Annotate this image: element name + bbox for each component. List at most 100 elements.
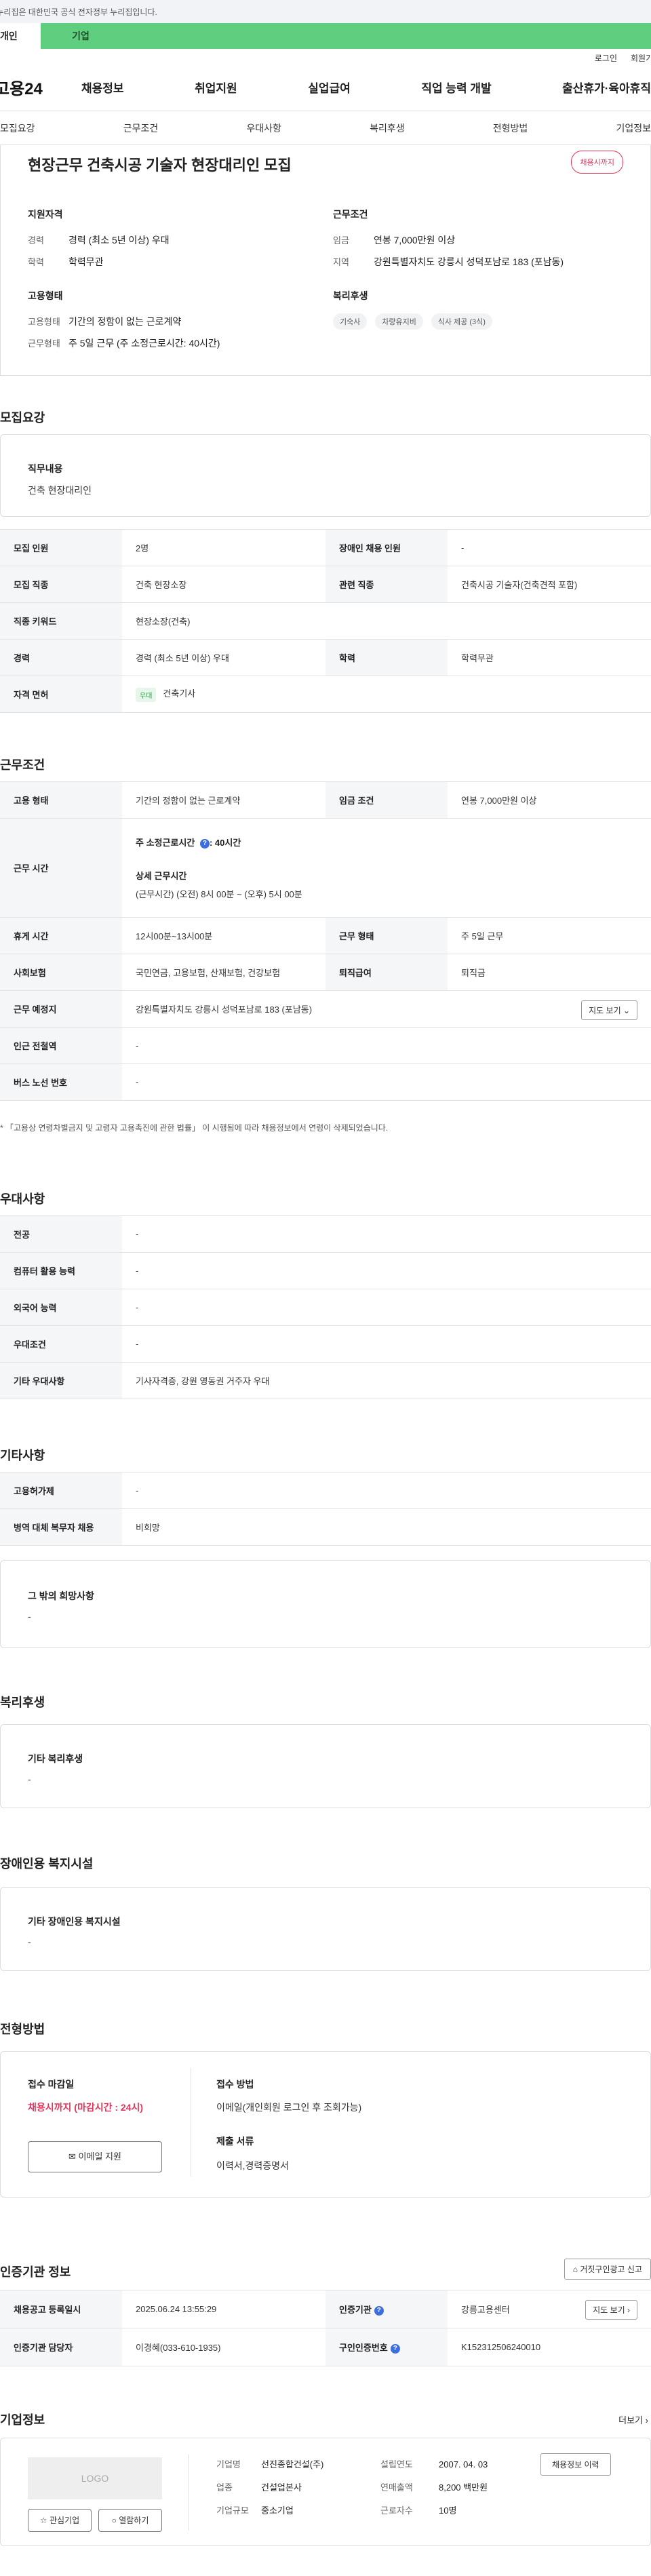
favorite-company-button[interactable]: ☆ 관심기업 — [28, 2509, 92, 2532]
table-row: 병역 대체 복무자 채용 비희망 — [0, 1508, 651, 1546]
table-row: 직종 키워드 현장소장(건축) — [0, 602, 651, 640]
gnb-item-unemployment-benefit[interactable]: 실업급여 — [308, 79, 351, 96]
info-icon[interactable]: ? — [390, 2343, 400, 2354]
welfare-card: 기타 복리후생 - — [0, 1724, 651, 1808]
table-row: 고용 형태 기간의 정함이 없는 근로계약 임금 조건 연봉 7,000만원 이… — [0, 781, 651, 819]
gnb-item-parental-leave[interactable]: 출산휴가·육아휴직 — [562, 79, 651, 96]
view-company-button[interactable]: ○ 열람하기 — [98, 2509, 162, 2532]
duty-card: 직무내용 건축 현장대리인 — [0, 434, 651, 517]
section-tabs: 모집요강 근무조건 우대사항 복리후생 전형방법 기업정보 — [0, 111, 651, 145]
circle-icon: ○ — [111, 2516, 117, 2525]
table-row: 근무 예정지 강원특별자치도 강릉시 성덕포남로 183 (포남동) 지도 보기… — [0, 990, 651, 1028]
utility-links: 로그인 회원가입 — [0, 49, 651, 64]
conditions-table: 고용 형태 기간의 정함이 없는 근로계약 임금 조건 연봉 7,000만원 이… — [0, 781, 651, 1101]
recruit-title: 모집요강 — [0, 411, 45, 425]
company-more-link[interactable]: 더보기 › — [618, 2413, 648, 2426]
preferences-table: 전공 - 컴퓨터 활용 능력 - 외국어 능력 - 우대조건 - 기타 우대사항 기사자격… — [0, 1215, 651, 1399]
recruit-table: 모집 인원 2명 장애인 채용 인원 - 모집 직종 건축 현장소장 관련 직종… — [0, 529, 651, 713]
welfare-tag: 기숙사 — [333, 313, 368, 330]
company-sales-row: 연매출액 8,200 백만원 — [380, 2482, 488, 2493]
etc-title: 기타사항 — [0, 1449, 45, 1462]
deadline-value: 채용시까지 (마감시간 : 24시) — [28, 2102, 144, 2113]
gnb-menu: 채용정보 취업지원 실업급여 직업 능력 개발 출산휴가·육아휴직 — [76, 79, 651, 96]
table-row: 버스 노선 번호 - — [0, 1063, 651, 1101]
docs-value: 이력서,경력증명서 — [216, 2160, 289, 2171]
tab-personal[interactable]: 개인 — [0, 23, 41, 49]
tab-preferences[interactable]: 우대사항 — [246, 121, 281, 135]
table-row: 경력 경력 (최소 5년 이상) 우대 학력 학력무관 — [0, 639, 651, 676]
method-label: 접수 방법 — [216, 2079, 254, 2090]
table-row: 전공 - — [0, 1215, 651, 1253]
company-card: LOGO ☆ 관심기업 ○ 열람하기 기업명 선진종합건설(주) 업종 건설업본사 … — [0, 2438, 651, 2546]
main-nav: 고용24 채용정보 취업지원 실업급여 직업 능력 개발 출산휴가·육아휴직 — [0, 64, 651, 111]
table-row: 휴게 시간 12시00분~13시00분 근무 형태 주 5일 근무 — [0, 917, 651, 954]
info-icon[interactable]: ? — [374, 2305, 384, 2316]
table-row: 모집 직종 건축 현장소장 관련 직종 건축시공 기술자(건축견적 포함) — [0, 566, 651, 603]
education-row: 학력 학력무관 — [28, 256, 104, 267]
table-row: 우대조건 - — [0, 1325, 651, 1363]
company-scale-row: 기업규모 중소기업 — [216, 2505, 294, 2516]
site-logo[interactable]: 고용24 — [0, 75, 76, 99]
duty-text: 건축 현장대리인 — [28, 485, 92, 496]
welfare-label: 기타 복리후생 — [28, 1753, 83, 1764]
info-icon[interactable]: ? — [199, 838, 210, 848]
method-value: 이메일(개인회원 로그인 후 조회가능) — [216, 2102, 362, 2113]
welfare-tag: 차량유지비 — [375, 313, 423, 330]
wage-row: 임금 연봉 7,000만원 이상 — [333, 235, 456, 246]
house-icon: ⌂ — [572, 2265, 578, 2274]
company-employees-row: 근로자수 10명 — [380, 2505, 457, 2516]
welfare-tags: 기숙사 차량유지비 식사 제공 (3식) — [333, 313, 498, 330]
docs-label: 제출 서류 — [216, 2136, 254, 2147]
tab-conditions[interactable]: 근무조건 — [123, 121, 159, 135]
tab-company[interactable]: 기업정보 — [616, 121, 651, 135]
table-row: 채용공고 등록일시 2025.06.24 13:55:29 인증기관? 강릉고용… — [0, 2290, 651, 2328]
employment-type-row: 고용형태 기간의 정함이 없는 근로계약 — [28, 316, 182, 327]
login-link[interactable]: 로그인 — [595, 52, 617, 64]
disabled-facility-text: - — [28, 1936, 31, 1947]
star-icon: ☆ — [39, 2516, 47, 2525]
table-row: 인근 전철역 - — [0, 1027, 651, 1064]
other-wishes-text: - — [28, 1611, 31, 1622]
other-wishes-card: 그 밖의 희망사항 - — [0, 1560, 651, 1648]
table-row: 컴퓨터 활용 능력 - — [0, 1252, 651, 1289]
duty-label: 직무내용 — [28, 463, 63, 474]
deadline-badge: 채용시까지 — [571, 151, 623, 174]
work-form-row: 근무형태 주 5일 근무 (주 소정근로시간: 40시간) — [28, 338, 220, 349]
welfare-title: 복리후생 — [0, 1696, 45, 1709]
user-type-tabs: 개인 기업 — [0, 23, 651, 49]
process-card: 접수 마감일 채용시까지 (마감시간 : 24시) ✉ 이메일 지원 접수 방법… — [0, 2051, 651, 2198]
career-row: 경력 경력 (최소 5년 이상) 우대 — [28, 235, 170, 246]
tab-welfare[interactable]: 복리후생 — [370, 121, 405, 135]
gnb-item-skills[interactable]: 직업 능력 개발 — [421, 79, 491, 96]
tab-company[interactable]: 기업 — [41, 23, 121, 49]
welfare-text: - — [28, 1774, 31, 1784]
table-row: 고용허가제 - — [0, 1472, 651, 1509]
cert-map-button[interactable]: 지도 보기 › — [585, 2300, 637, 2320]
signup-link[interactable]: 회원가입 — [631, 52, 651, 64]
tab-recruit[interactable]: 모집요강 — [0, 121, 35, 135]
gov-banner: 이 누리집은 대한민국 공식 전자정부 누리집입니다. — [0, 0, 651, 23]
email-apply-button[interactable]: ✉ 이메일 지원 — [28, 2141, 162, 2172]
company-industry-row: 업종 건설업본사 — [216, 2482, 302, 2493]
table-row: 자격 면허 우대 건축기사 — [0, 676, 651, 713]
divider — [188, 2455, 189, 2531]
etc-table: 고용허가제 - 병역 대체 복무자 채용 비희망 — [0, 1472, 651, 1546]
process-title: 전형방법 — [0, 2023, 45, 2036]
map-button[interactable]: 지도 보기 ⌄ — [581, 1000, 637, 1020]
conditions-title: 근무조건 — [0, 758, 45, 772]
tab-process[interactable]: 전형방법 — [493, 121, 528, 135]
table-row: 모집 인원 2명 장애인 채용 인원 - — [0, 529, 651, 566]
table-row: 인증기관 담당자 이경혜(033-610-1935) 구인인증번호? K1523… — [0, 2328, 651, 2366]
other-wishes-label: 그 밖의 희망사항 — [28, 1591, 94, 1601]
preferences-title: 우대사항 — [0, 1192, 45, 1206]
gnb-item-jobs[interactable]: 채용정보 — [81, 79, 124, 96]
false-ad-report-button[interactable]: ⌂ 거짓구인광고 신고 — [564, 2259, 651, 2280]
welfare-heading: 복리후생 — [333, 290, 368, 301]
job-history-button[interactable]: 채용정보 이력 — [540, 2453, 611, 2476]
gnb-item-employment-support[interactable]: 취업지원 — [195, 79, 237, 96]
job-summary: 현장근무 건축시공 기술자 현장대리인 모집 채용시까지 지원자격 경력 경력 (… — [0, 145, 651, 376]
table-row: 기타 우대사항 기사자격증, 강원 영동권 거주자 우대 — [0, 1362, 651, 1399]
company-logo: LOGO — [28, 2457, 162, 2499]
qualification-heading: 지원자격 — [28, 209, 63, 220]
disabled-facility-card: 기타 장애인용 복지시설 - — [0, 1887, 651, 1971]
